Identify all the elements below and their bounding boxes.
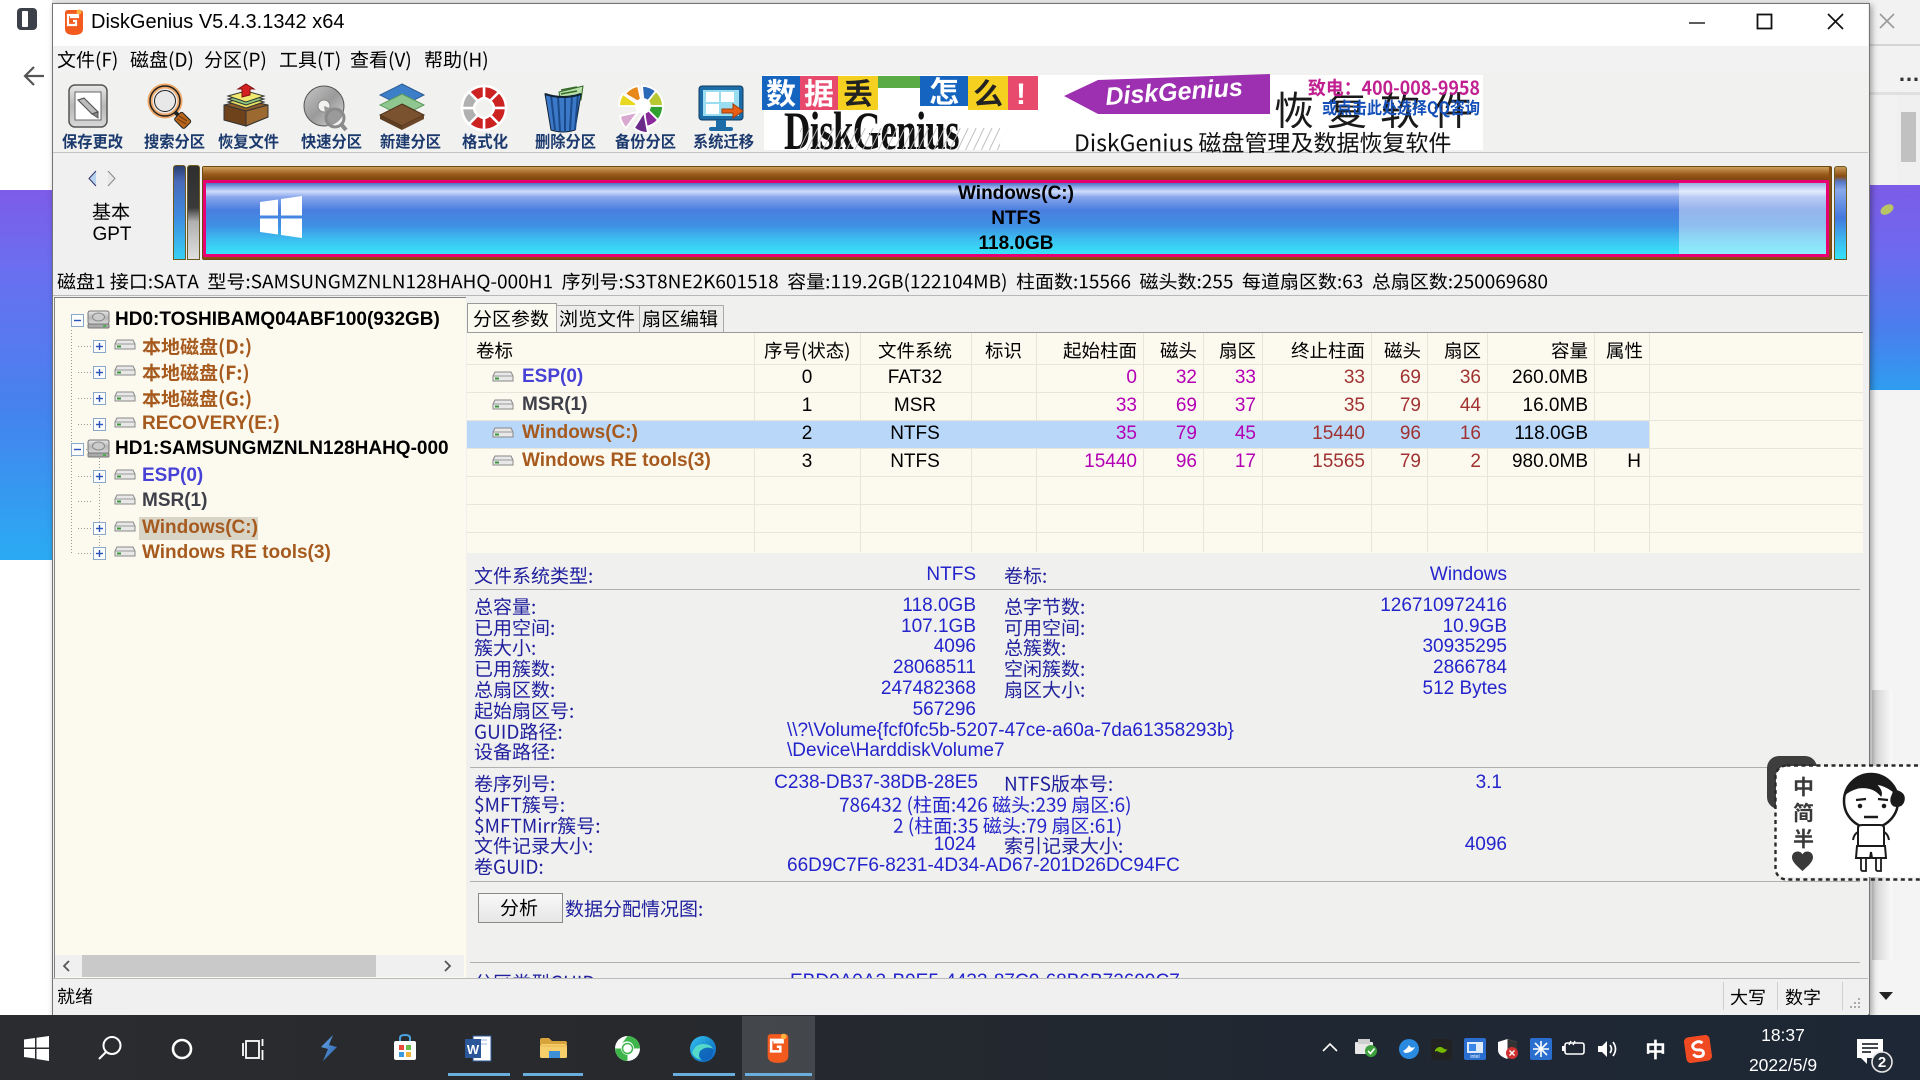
svg-text:intel: intel (1470, 1054, 1479, 1060)
svg-text:W: W (467, 1042, 480, 1057)
svg-text:2: 2 (1878, 1054, 1886, 1071)
